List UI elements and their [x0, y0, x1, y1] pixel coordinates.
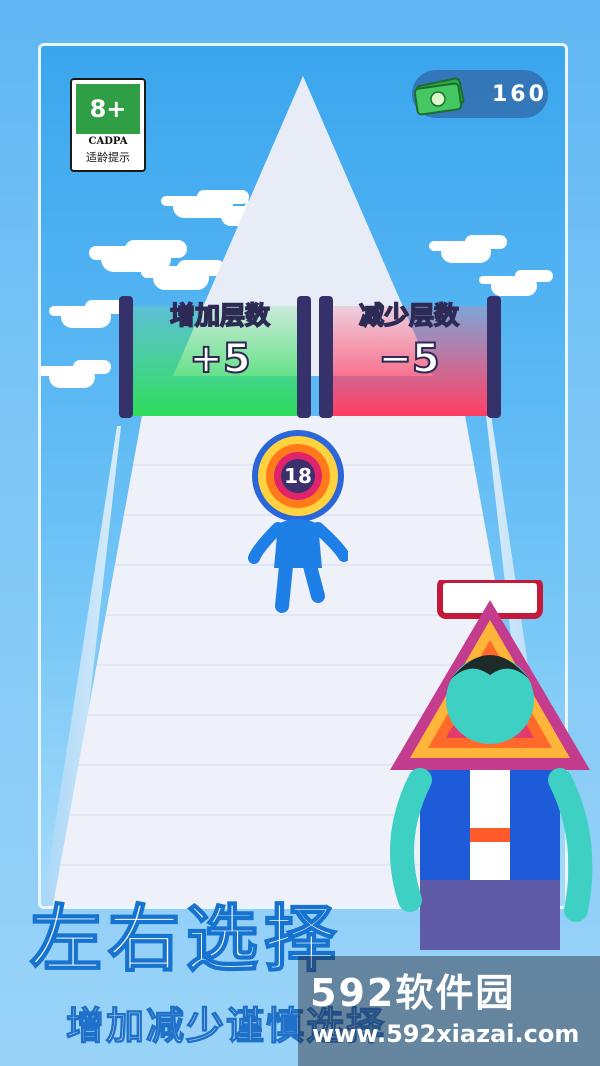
cloud — [49, 366, 95, 388]
rating-note: 适龄提示 — [86, 151, 130, 164]
cash-stack-icon — [413, 77, 465, 116]
gate-decrease-title: 减少层数 — [358, 300, 460, 331]
age-rating: 8+ — [76, 84, 140, 134]
age-rating-badge: 8+ CADPA 适龄提示 — [70, 78, 146, 172]
caption-title: 左右选择 — [29, 896, 343, 982]
gate-post — [119, 296, 133, 418]
hero-character — [390, 580, 593, 950]
cloud — [441, 241, 491, 263]
currency-counter: 160 — [412, 70, 548, 118]
gate-decrease-value: −5 — [377, 335, 440, 383]
rating-org: CADPA — [88, 136, 128, 147]
watermark-brand: 592软件园 — [310, 971, 516, 1015]
currency-value: 160 — [492, 82, 547, 107]
cloud — [491, 276, 537, 296]
gate-increase-title: 增加层数 — [169, 300, 271, 331]
gate-post — [487, 296, 501, 418]
player-layer-count: 18 — [284, 464, 312, 488]
watermark-url: www.592xiazai.com — [312, 1020, 580, 1048]
cloud — [61, 306, 111, 328]
gate-increase-value: +5 — [188, 335, 251, 383]
player-character[interactable]: 18 — [248, 428, 348, 628]
site-watermark: 592软件园 www.592xiazai.com — [298, 956, 600, 1066]
